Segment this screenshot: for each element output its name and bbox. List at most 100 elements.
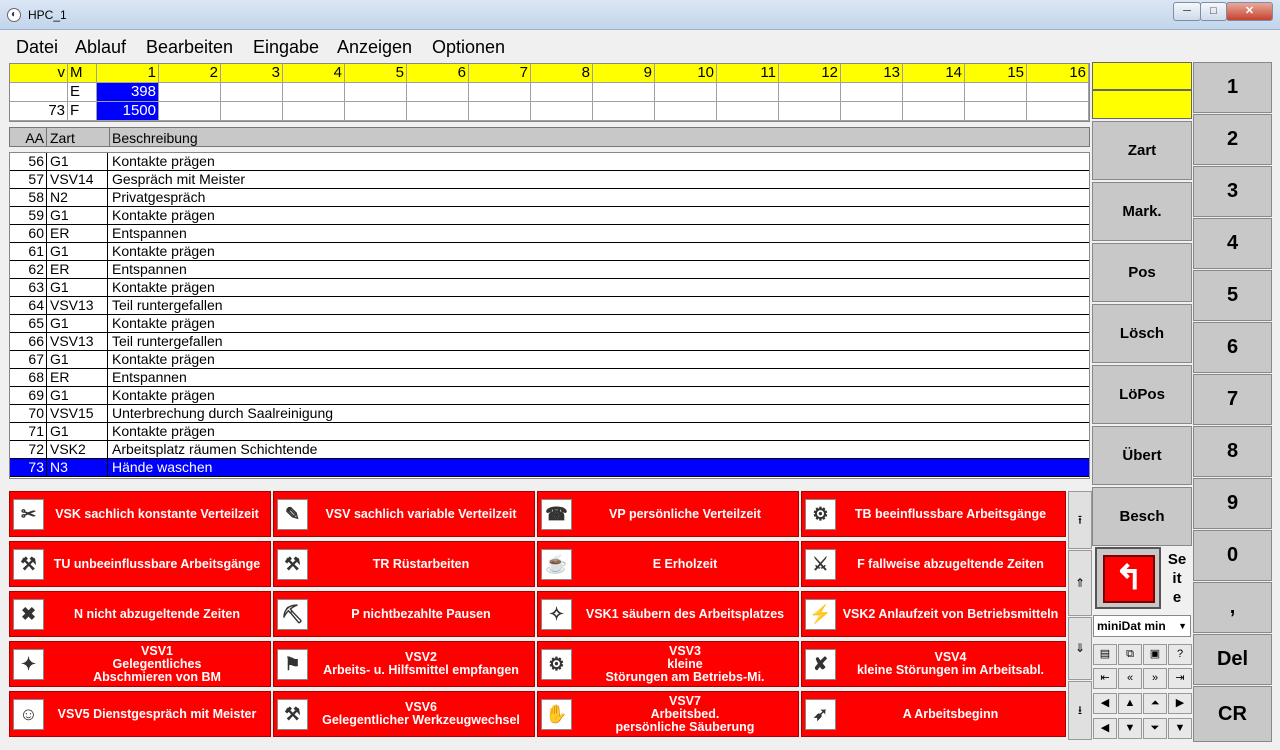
list-item[interactable]: 60 ER Entspannen [10,225,1089,243]
grid-cell[interactable] [717,83,779,102]
category-button[interactable]: ☕ E Erholzeit [537,541,799,587]
menu-ablauf[interactable]: Ablauf [75,37,126,58]
list-item[interactable]: 58 N2 Privatgespräch [10,189,1089,207]
grid-cell[interactable] [10,83,68,102]
category-button[interactable]: ✦ VSV1 Gelegentliches Abschmieren von BM [9,641,271,687]
category-button[interactable]: ⚒ TU unbeeinflussbare Arbeitsgänge [9,541,271,587]
down-fast-icon[interactable]: ⏷ [1143,718,1167,739]
grid-cell[interactable]: F [68,102,97,121]
down-right-icon[interactable]: ▼ [1168,718,1192,739]
rewind-icon[interactable]: « [1118,668,1142,689]
grid-cell[interactable]: 73 [10,102,68,121]
numpad-key[interactable]: 1 [1193,62,1272,113]
yellow-field-bottom[interactable] [1092,90,1192,119]
grid-cell[interactable]: E [68,83,97,102]
list-item[interactable]: 69 G1 Kontakte prägen [10,387,1089,405]
numpad-key[interactable]: Del [1193,634,1272,685]
list-item[interactable]: 63 G1 Kontakte prägen [10,279,1089,297]
yellow-field-top[interactable] [1092,62,1192,90]
grid-cell[interactable] [841,102,903,121]
grid-cell[interactable]: 398 [97,83,159,102]
list-item[interactable]: 62 ER Entspannen [10,261,1089,279]
grid-cell[interactable] [965,102,1027,121]
grid-cell[interactable] [221,83,283,102]
activity-list[interactable]: 56 G1 Kontakte prägen 57 VSV14 Gespräch mit M… [9,152,1090,479]
grid-cell[interactable] [531,83,593,102]
side-button[interactable]: Zart [1092,121,1192,180]
list-item[interactable]: 68 ER Entspannen [10,369,1089,387]
last-icon[interactable]: ⇥ [1168,668,1192,689]
category-button[interactable]: ⛏ P nichtbezahlte Pausen [273,591,535,637]
grid-cell[interactable] [593,102,655,121]
category-button[interactable]: ✖ N nicht abzugeltende Zeiten [9,591,271,637]
scroll-down-button[interactable]: ⇓ [1068,617,1092,680]
numpad-key[interactable]: 6 [1193,322,1272,373]
new-file-icon[interactable]: ▤ [1093,644,1117,665]
menu-optionen[interactable]: Optionen [432,37,505,58]
down-icon[interactable]: ▼ [1118,718,1142,739]
menu-datei[interactable]: Datei [16,37,58,58]
grid-cell[interactable] [903,102,965,121]
grid-cell[interactable] [221,102,283,121]
category-button[interactable]: ⚡ VSK2 Anlaufzeit von Betriebsmitteln [801,591,1066,637]
grid-cell[interactable] [407,102,469,121]
grid-cell[interactable] [469,83,531,102]
list-item[interactable]: 57 VSV14 Gespräch mit Meister [10,171,1089,189]
back-button[interactable]: ↰ [1095,547,1161,609]
grid-cell[interactable] [779,102,841,121]
numpad-key[interactable]: , [1193,582,1272,633]
numpad-key[interactable]: 4 [1193,218,1272,269]
list-item[interactable]: 67 G1 Kontakte prägen [10,351,1089,369]
numpad-key[interactable]: 9 [1193,478,1272,529]
numpad-key[interactable]: 3 [1193,166,1272,217]
scroll-top-button[interactable]: ⭱ [1068,491,1092,549]
side-button[interactable]: Besch [1092,487,1192,546]
value-grid[interactable]: v 73 M E F 1 398 1500 2 3 4 5 6 7 8 9 10 11 12 13 14 15 16 [9,63,1090,122]
grid-cell[interactable] [531,102,593,121]
numpad-key[interactable]: 5 [1193,270,1272,321]
menu-eingabe[interactable]: Eingabe [253,37,319,58]
grid-cell[interactable] [159,83,221,102]
category-button[interactable]: ✂ VSK sachlich konstante Verteilzeit [9,491,271,537]
category-button[interactable]: ☺ VSV5 Dienstgespräch mit Meister [9,691,271,737]
grid-cell[interactable] [283,83,345,102]
category-button[interactable]: ✧ VSK1 säubern des Arbeitsplatzes [537,591,799,637]
scroll-up-button[interactable]: ⇑ [1068,550,1092,616]
numpad-key[interactable]: 8 [1193,426,1272,477]
category-button[interactable]: ☎ VP persönliche Verteilzeit [537,491,799,537]
category-button[interactable]: ⚔ F fallweise abzugeltende Zeiten [801,541,1066,587]
scroll-bottom-button[interactable]: ⭳ [1068,681,1092,740]
first-icon[interactable]: ⇤ [1093,668,1117,689]
grid-cell[interactable] [593,83,655,102]
grid-cell[interactable] [1027,83,1089,102]
grid-cell[interactable] [841,83,903,102]
list-item[interactable]: 61 G1 Kontakte prägen [10,243,1089,261]
grid-cell[interactable] [159,102,221,121]
side-button[interactable]: Pos [1092,243,1192,302]
numpad-key[interactable]: 7 [1193,374,1272,425]
list-item[interactable]: 72 VSK2 Arbeitsplatz räumen Schichtende [10,441,1089,459]
list-item[interactable]: 64 VSV13 Teil runtergefallen [10,297,1089,315]
grid-cell[interactable] [717,102,779,121]
grid-cell[interactable] [655,102,717,121]
list-item[interactable]: 66 VSV13 Teil runtergefallen [10,333,1089,351]
menu-anzeigen[interactable]: Anzeigen [337,37,412,58]
grid-cell[interactable] [407,83,469,102]
numpad-key[interactable]: 0 [1193,530,1272,581]
list-item[interactable]: 56 G1 Kontakte prägen [10,153,1089,171]
category-button[interactable]: ✋ VSV7 Arbeitsbed. persönliche Säuberung [537,691,799,737]
up-icon[interactable]: ▲ [1118,693,1142,714]
list-item[interactable]: 70 VSV15 Unterbrechung durch Saalreinigung [10,405,1089,423]
grid-cell[interactable] [779,83,841,102]
help-icon[interactable]: ? [1168,644,1192,665]
list-item[interactable]: 73 N3 Hände waschen [10,459,1089,477]
open-file-icon[interactable]: ⧉ [1118,644,1142,665]
minimize-button[interactable]: ─ [1173,2,1201,21]
close-button[interactable]: ✕ [1226,2,1273,21]
side-button[interactable]: Übert [1092,426,1192,485]
maximize-button[interactable]: □ [1200,2,1227,21]
grid-cell[interactable]: 1500 [97,102,159,121]
grid-cell[interactable] [903,83,965,102]
unit-dropdown[interactable]: miniDat min ▼ [1093,615,1191,637]
list-item[interactable]: 65 G1 Kontakte prägen [10,315,1089,333]
